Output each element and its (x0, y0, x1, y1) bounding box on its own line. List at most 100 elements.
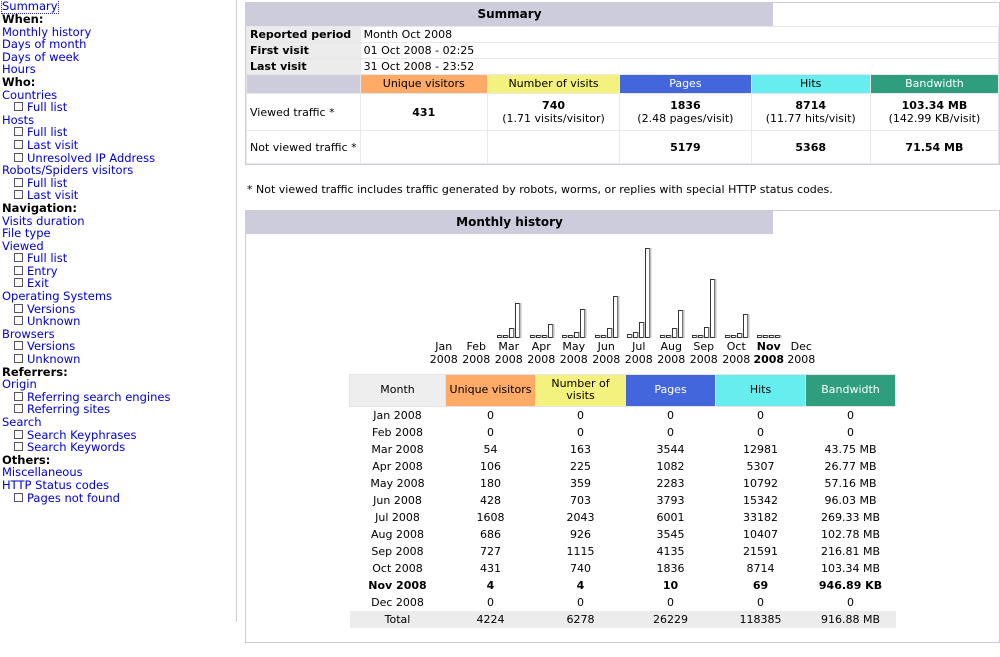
history-column-header-unique-visitors: Unique visitors (445, 374, 536, 407)
history-total-cell: Total (349, 611, 446, 628)
summary-data-row: Viewed traffic * 431 740 (1.71 visits/visit… (246, 93, 1000, 131)
table-row: Jul 2008 1608 2043 6001 33182 269.33 MB (350, 509, 896, 526)
chart-axis-month: Dec (790, 340, 812, 353)
history-value-cell: 103.34 MB (820, 562, 881, 575)
sidebar-item-days-of-month[interactable]: Days of month (2, 38, 236, 51)
summary-metric-subvalue: (1.71 visits/visitor) (502, 112, 605, 125)
history-value-cell: 1836 (656, 562, 685, 575)
history-value-cell: 225 (570, 460, 591, 473)
sidebar-subitem-full-list[interactable]: Full list (2, 101, 236, 114)
checkbox-icon (14, 442, 23, 452)
checkbox-icon (14, 177, 23, 187)
chart-month-group (428, 242, 461, 338)
history-value-cell: 269.33 MB (820, 511, 881, 524)
history-value-cell: 1608 (476, 511, 505, 524)
history-month-cell: Oct 2008 (372, 562, 423, 575)
sidebar-item-summary[interactable]: Summary (1, 0, 59, 14)
history-value-cell: 740 (570, 562, 591, 575)
history-value-cell: 0 (487, 409, 494, 422)
summary-metric-value: 740 (542, 99, 566, 112)
chart-axis-label: May 2008 (558, 340, 591, 366)
table-row: May 2008 180 359 2283 10792 57.16 MB (350, 475, 896, 492)
summary-footnote: * Not viewed traffic includes traffic ge… (247, 183, 833, 196)
chart-axis-month: Mar (498, 340, 520, 353)
sidebar-heading-navigation: Navigation: (2, 200, 77, 215)
chart-bar (535, 335, 541, 338)
checkbox-icon (14, 265, 23, 275)
table-header-row: Month Unique visitors Number of visits Page… (349, 374, 896, 407)
table-row: Jan 2008 0 0 0 0 0 (350, 407, 896, 425)
chart-axis-month: Oct (726, 340, 746, 353)
chart-month-group (493, 242, 526, 338)
summary-column-header-number-of-visits: Number of visits (486, 74, 621, 94)
sidebar-subitem-search-keywords[interactable]: Search Keywords (2, 441, 236, 454)
history-value-cell: 216.81 MB (820, 545, 881, 558)
history-value-cell: 0 (577, 596, 584, 609)
chart-axis-year: 2008 (722, 353, 751, 366)
history-value-cell: 8714 (746, 562, 775, 575)
chart-month-group (753, 242, 786, 338)
sidebar-item-file-type[interactable]: File type (2, 227, 236, 240)
chart-axis-month: Apr (531, 340, 551, 353)
chart-axis-year: 2008 (657, 353, 686, 366)
checkbox-icon (14, 127, 23, 137)
history-value-cell: 26.77 MB (824, 460, 877, 473)
history-column-header-number-of-visits: Number of visits (535, 374, 626, 407)
history-value-cell: 686 (480, 528, 501, 541)
history-value-cell: 6001 (656, 511, 685, 524)
chart-bar (509, 328, 515, 338)
table-row: Apr 2008 106 225 1082 5307 26.77 MB (350, 458, 896, 475)
history-column-header-hits: Hits (715, 374, 806, 407)
history-month-cell: Jul 2008 (375, 511, 420, 524)
history-value-cell: 106 (480, 460, 501, 473)
history-value-cell: 0 (757, 596, 764, 609)
history-value-cell: 43.75 MB (824, 443, 877, 456)
history-total-cell: 6278 (535, 611, 626, 628)
sidebar-item-days-of-week[interactable]: Days of week (2, 51, 236, 64)
history-value-cell: 0 (757, 409, 764, 422)
history-month-cell: Dec 2008 (371, 596, 424, 609)
checkbox-icon (14, 492, 23, 502)
monthly-panel-title: Monthly history (246, 211, 773, 234)
chart-bar (730, 335, 736, 338)
history-value-cell: 431 (480, 562, 501, 575)
chart-axis-month: Feb (466, 340, 486, 353)
history-total-cell: 4224 (445, 611, 536, 628)
history-value-cell: 3793 (656, 494, 685, 507)
sidebar-subitem-unknown[interactable]: Unknown (2, 353, 236, 366)
sidebar-subitem-unknown[interactable]: Unknown (2, 315, 236, 328)
summary-metric-value: 8714 (795, 99, 827, 112)
chart-axis-year: 2008 (689, 353, 718, 366)
summary-metric-value: 431 (412, 105, 436, 119)
checkbox-icon (14, 316, 23, 326)
summary-meta-value: 01 Oct 2008 - 02:25 (359, 42, 1000, 59)
chart-bar (547, 324, 553, 338)
summary-metric-subvalue: (142.99 KB/visit) (888, 112, 981, 125)
sidebar-subitem-label: Unknown (27, 352, 81, 367)
history-value-cell: 0 (847, 596, 854, 609)
sidebar-subitem-pages-not-found[interactable]: Pages not found (2, 491, 236, 505)
chart-bar (541, 335, 547, 338)
history-month-cell: Nov 2008 (368, 579, 427, 592)
sidebar-item-hours[interactable]: Hours (2, 63, 236, 76)
chart-bar (659, 335, 665, 338)
summary-column-header-unique-visitors: Unique visitors (359, 74, 488, 94)
chart-axis-label: Dec 2008 (785, 340, 818, 366)
summary-metric-value: 5179 (670, 140, 701, 154)
history-value-cell: 926 (570, 528, 591, 541)
history-value-cell: 0 (847, 409, 854, 422)
summary-meta-value: Month Oct 2008 (359, 26, 1000, 43)
summary-metric-cell: 8714 (11.77 hits/visit) (750, 93, 871, 131)
monthly-history-table: Month Unique visitors Number of visits Page… (349, 374, 896, 628)
summary-meta-row: Last visit 31 Oct 2008 - 23:52 (246, 58, 1000, 75)
chart-bar (574, 332, 580, 338)
history-column-header-pages: Pages (625, 374, 716, 407)
summary-metric-cell: 103.34 MB (142.99 KB/visit) (869, 93, 1000, 131)
history-value-cell: 0 (577, 409, 584, 422)
chart-bar (665, 335, 671, 338)
checkbox-icon (14, 429, 23, 439)
chart-axis-year: 2008 (624, 353, 653, 366)
history-value-cell: 946.89 KB (818, 579, 883, 592)
chart-bar (612, 296, 618, 338)
monthly-history-panel: Monthly history Jan 2008 Feb 2008 Mar 2008 Apr… (245, 210, 1000, 643)
